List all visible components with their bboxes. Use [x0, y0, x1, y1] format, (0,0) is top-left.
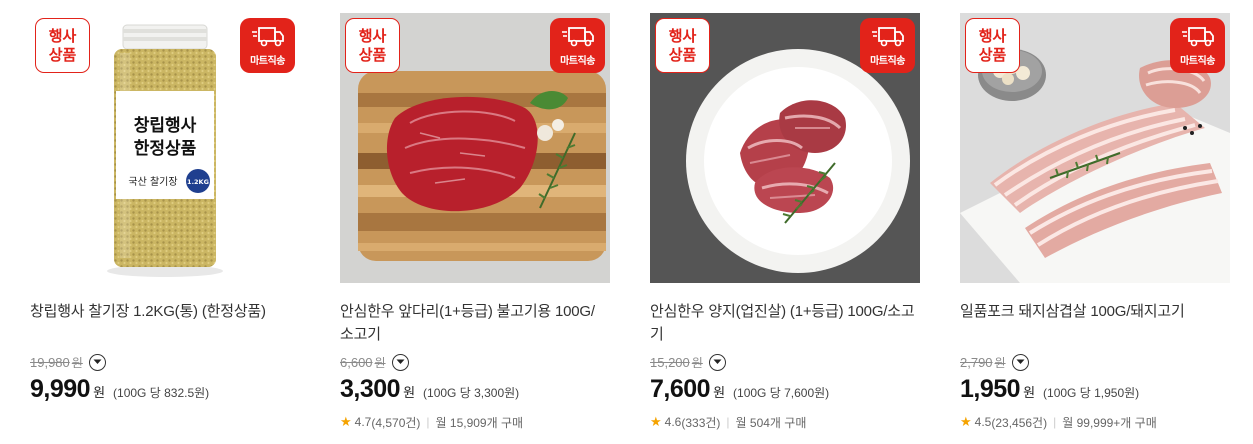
bottle-label-sub: 국산 찰기장	[128, 176, 177, 188]
mart-direct-delivery-badge: 마트직송	[860, 18, 915, 73]
rating-row: ★ 4.5 (23,456건) | 월 99,999+개 구매	[960, 413, 1230, 431]
star-icon: ★	[650, 414, 662, 429]
delivery-truck-icon	[561, 27, 594, 47]
delivery-badge-label: 마트직송	[250, 56, 285, 67]
product-card[interactable]: 행사 상품 마트직송 일품포크 돼지삼겹살 100G/돼지고기 2,790 원 …	[960, 13, 1230, 431]
bottle-label-weight: 1.2KG	[187, 178, 209, 186]
product-image[interactable]: 행사 상품 마트직송	[650, 13, 920, 283]
product-grid: 창립행사 한정상품 국산 찰기장 1.2KG 행사 상품 마트직송 창립행사 찰…	[0, 0, 1253, 444]
product-title[interactable]: 안심한우 앞다리(1+등급) 불고기용 100G/ 소고기	[340, 300, 610, 346]
product-card[interactable]: 행사 상품 마트직송 안심한우 양지(업진살) (1+등급) 100G/소고 기	[650, 13, 920, 431]
sale-price: 3,300	[340, 375, 401, 403]
price-info-chevron-icon[interactable]	[1011, 353, 1029, 371]
delivery-truck-icon	[871, 27, 904, 47]
delivery-truck-icon	[251, 27, 284, 47]
product-image[interactable]: 행사 상품 마트직송	[340, 13, 610, 283]
sale-price-row: 1,950 원 (100G 당 1,950원)	[960, 375, 1140, 403]
rating-row: ★ 4.7 (4,570건) | 월 15,909개 구매	[340, 413, 610, 431]
price-info-chevron-icon[interactable]	[391, 353, 409, 371]
original-price-row: 6,600 원	[340, 351, 610, 373]
product-title[interactable]: 창립행사 찰기장 1.2KG(통) (한정상품)	[30, 300, 300, 346]
event-product-badge: 행사 상품	[655, 18, 710, 73]
delivery-badge-label: 마트직송	[560, 56, 595, 67]
product-title[interactable]: 안심한우 양지(업진살) (1+등급) 100G/소고 기	[650, 300, 920, 346]
review-count[interactable]: (23,456건)	[991, 414, 1047, 431]
original-price-row: 19,980 원	[30, 351, 300, 373]
sale-price-row: 7,600 원 (100G 당 7,600원)	[650, 375, 830, 403]
sale-price: 7,600	[650, 375, 711, 403]
divider: |	[726, 415, 730, 429]
bottle-label-line1: 창립행사	[134, 116, 197, 136]
mart-direct-delivery-badge: 마트직송	[240, 18, 295, 73]
rating-score: 4.6	[664, 415, 682, 429]
sale-price-row: 3,300 원 (100G 당 3,300원)	[340, 375, 520, 403]
unit-price: (100G 당 7,600원)	[733, 386, 830, 400]
original-price: 19,980	[30, 354, 70, 370]
mart-direct-delivery-badge: 마트직송	[1170, 18, 1225, 73]
product-card[interactable]: 창립행사 한정상품 국산 찰기장 1.2KG 행사 상품 마트직송 창립행사 찰…	[30, 13, 300, 407]
price-info-chevron-icon[interactable]	[88, 353, 106, 371]
bottle-label-line2: 한정상품	[134, 139, 197, 159]
original-price-row: 2,790 원	[960, 351, 1230, 373]
sale-price-row: 9,990 원 (100G 당 832.5원)	[30, 375, 210, 403]
review-count[interactable]: (333건)	[681, 414, 720, 431]
monthly-purchases: 월 15,909개 구매	[435, 415, 524, 430]
divider: |	[426, 415, 430, 429]
mart-direct-delivery-badge: 마트직송	[550, 18, 605, 73]
monthly-purchases: 월 504개 구매	[735, 415, 807, 430]
product-image[interactable]: 행사 상품 마트직송	[960, 13, 1230, 283]
sale-price: 9,990	[30, 375, 91, 403]
original-price: 6,600	[340, 354, 373, 370]
original-price: 15,200	[650, 354, 690, 370]
product-image[interactable]: 창립행사 한정상품 국산 찰기장 1.2KG 행사 상품 마트직송	[30, 13, 300, 283]
rating-score: 4.7	[354, 415, 372, 429]
original-price: 2,790	[960, 354, 993, 370]
event-product-badge: 행사 상품	[965, 18, 1020, 73]
divider: |	[1053, 415, 1057, 429]
monthly-purchases: 월 99,999+개 구매	[1062, 415, 1157, 430]
product-card[interactable]: 행사 상품 마트직송 안심한우 앞다리(1+등급) 불고기용 100G/ 소고기	[340, 13, 610, 431]
delivery-truck-icon	[1181, 27, 1214, 47]
rating-row: ★ 4.6 (333건) | 월 504개 구매	[650, 413, 920, 431]
rating-score: 4.5	[974, 415, 992, 429]
event-product-badge: 행사 상품	[35, 18, 90, 73]
product-title[interactable]: 일품포크 돼지삼겹살 100G/돼지고기	[960, 300, 1230, 346]
sale-price: 1,950	[960, 375, 1021, 403]
star-icon: ★	[340, 414, 352, 429]
unit-price: (100G 당 832.5원)	[113, 386, 210, 400]
star-icon: ★	[960, 414, 972, 429]
event-product-badge: 행사 상품	[345, 18, 400, 73]
delivery-badge-label: 마트직송	[1180, 56, 1215, 67]
unit-price: (100G 당 3,300원)	[423, 386, 520, 400]
review-count[interactable]: (4,570건)	[371, 414, 420, 431]
price-info-chevron-icon[interactable]	[708, 353, 726, 371]
delivery-badge-label: 마트직송	[870, 56, 905, 67]
unit-price: (100G 당 1,950원)	[1043, 386, 1140, 400]
original-price-row: 15,200 원	[650, 351, 920, 373]
